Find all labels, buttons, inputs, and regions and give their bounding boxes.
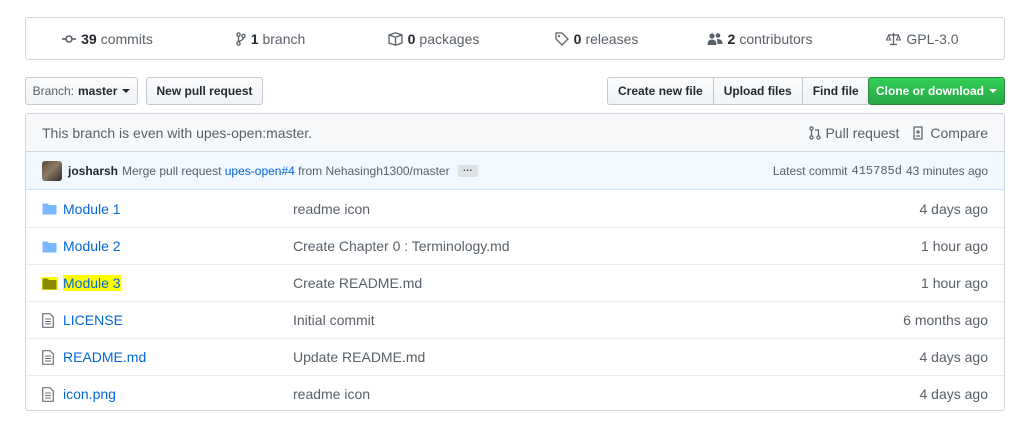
new-pull-request-button[interactable]: New pull request	[146, 77, 263, 105]
releases-stat[interactable]: 0 releases	[515, 31, 678, 47]
folder-icon	[42, 240, 58, 253]
commit-pr-link[interactable]: upes-open#4	[225, 164, 295, 178]
create-new-file-button[interactable]: Create new file	[608, 78, 714, 104]
packages-label: packages	[419, 30, 480, 47]
clone-or-download-button[interactable]: Clone or download	[868, 77, 1005, 105]
file-age: 1 hour ago	[921, 238, 988, 254]
tag-icon	[554, 31, 569, 46]
pull-request-label: Pull request	[825, 124, 900, 141]
license-label: GPL-3.0	[906, 30, 959, 47]
releases-label: releases	[585, 30, 639, 47]
file-browser: This branch is even with upes-open:maste…	[25, 113, 1005, 411]
latest-commit-label: Latest commit	[772, 163, 848, 178]
file-commit-message[interactable]: Create Chapter 0 : Terminology.md	[293, 238, 921, 254]
people-icon	[707, 32, 723, 45]
file-name-link[interactable]: LICENSE	[63, 312, 293, 328]
file-list: Module 1 readme icon 4 days ago Module 2 Cre…	[26, 190, 1004, 410]
commits-label: commits	[100, 30, 153, 47]
file-actions-group: Create new file Upload files Find file	[607, 77, 870, 105]
file-icon	[42, 386, 54, 402]
file-name-link[interactable]: Module 2	[63, 238, 293, 254]
branches-stat[interactable]: 1 branch	[189, 31, 352, 47]
file-age: 1 hour ago	[921, 275, 988, 291]
new-pull-request-label: New pull request	[156, 84, 253, 98]
file-age: 4 days ago	[919, 386, 989, 402]
branch-name: master	[78, 84, 118, 98]
package-icon	[387, 31, 403, 46]
file-commit-message[interactable]: readme icon	[293, 386, 920, 402]
file-icon	[42, 349, 58, 365]
packages-count: 0	[407, 30, 416, 47]
commit-message-pre: Merge pull request	[122, 163, 222, 178]
pull-request-icon	[809, 125, 822, 140]
contributors-label: contributors	[739, 30, 813, 47]
folder-icon	[42, 202, 58, 215]
file-row: Module 1 readme icon 4 days ago	[26, 190, 1004, 227]
folder-icon	[42, 203, 57, 215]
file-row: Module 3 Create README.md 1 hour ago	[26, 264, 1004, 301]
pull-request-link[interactable]: Pull request	[809, 125, 899, 141]
file-row: icon.png readme icon 4 days ago	[26, 375, 1004, 410]
commit-message-post: from Nehasingh1300/master	[298, 163, 450, 178]
law-icon	[886, 32, 902, 45]
file-row: README.md Update README.md 4 days ago	[26, 338, 1004, 375]
avatar[interactable]	[42, 160, 62, 181]
contributors-stat[interactable]: 2 contributors	[678, 31, 841, 47]
commit-icon	[62, 34, 77, 43]
file-name-link[interactable]: Module 1	[63, 201, 293, 217]
license-stat[interactable]: GPL-3.0	[841, 31, 1004, 47]
repo-summary-bar: 39 commits 1 branch 0 packages 0 release…	[25, 17, 1005, 60]
clone-label: Clone or download	[876, 84, 984, 98]
commit-expand-button[interactable]: …	[457, 163, 478, 177]
commits-count: 39	[81, 30, 97, 47]
file-name-link[interactable]: Module 3	[63, 275, 293, 291]
file-commit-message[interactable]: Initial commit	[293, 312, 903, 328]
file-commit-message[interactable]: Create README.md	[293, 275, 921, 291]
file-row: LICENSE Initial commit 6 months ago	[26, 301, 1004, 338]
latest-commit-bar: josharsh Merge pull request upes-open#4 …	[26, 152, 1004, 190]
file-row: Module 2 Create Chapter 0 : Terminology.m…	[26, 227, 1004, 264]
branches-label: branch	[262, 30, 306, 47]
chevron-down-icon	[122, 89, 131, 93]
commit-age: 43 minutes ago	[905, 163, 988, 178]
folder-icon	[42, 241, 57, 252]
compare-link[interactable]: Compare	[913, 125, 988, 141]
branches-count: 1	[250, 30, 259, 47]
branch-select-button[interactable]: Branch: master	[25, 77, 138, 105]
file-icon	[42, 312, 58, 328]
diff-icon	[913, 125, 924, 140]
releases-count: 0	[573, 30, 582, 47]
folder-icon	[42, 276, 58, 290]
chevron-down-icon	[989, 89, 997, 93]
folder-icon	[42, 278, 57, 289]
file-commit-message[interactable]: readme icon	[293, 201, 920, 217]
commit-sha-link[interactable]: 415785d	[852, 164, 902, 178]
file-name-link[interactable]: README.md	[63, 349, 293, 365]
branch-status-bar: This branch is even with upes-open:maste…	[26, 114, 1004, 152]
find-file-button[interactable]: Find file	[802, 78, 869, 104]
contributors-count: 2	[727, 30, 736, 47]
commits-stat[interactable]: 39 commits	[26, 31, 189, 47]
file-age: 4 days ago	[919, 200, 989, 217]
upload-files-button[interactable]: Upload files	[713, 78, 803, 104]
branch-prefix: Branch:	[32, 84, 74, 98]
commit-author-link[interactable]: josharsh	[68, 164, 118, 178]
branch-icon	[235, 31, 246, 46]
packages-stat[interactable]: 0 packages	[352, 31, 515, 47]
branch-status-text: This branch is even with upes-open:maste…	[42, 124, 313, 141]
file-icon	[42, 349, 54, 365]
file-commit-message[interactable]: Update README.md	[293, 349, 920, 365]
file-age: 4 days ago	[919, 349, 989, 365]
file-age: 6 months ago	[903, 312, 988, 328]
file-name-link[interactable]: icon.png	[63, 386, 293, 402]
file-icon	[42, 386, 58, 402]
file-icon	[42, 312, 54, 328]
compare-label: Compare	[930, 124, 988, 141]
